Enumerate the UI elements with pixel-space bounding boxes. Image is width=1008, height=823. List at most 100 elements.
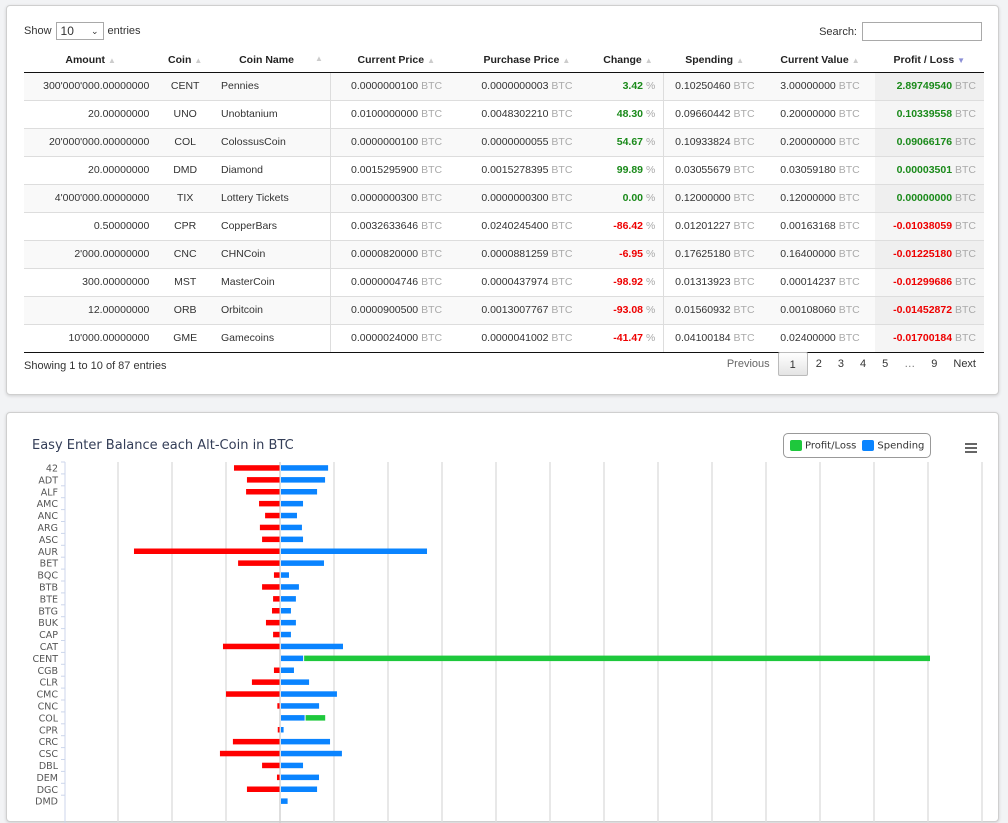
cell-coin-name: CopperBars	[213, 211, 332, 240]
y-tick-label: 42	[46, 463, 58, 474]
cell-spending: 0.12000000 BTC	[663, 183, 766, 212]
table-row[interactable]: 12.00000000 ORB Orbitcoin 0.0000900500 BTC 0…	[24, 295, 984, 324]
table-row[interactable]: 4'000'000.00000000 TIX Lottery Tickets 0.00…	[24, 183, 984, 212]
bar-loss	[246, 477, 280, 483]
y-tick-label: DEM	[36, 773, 58, 784]
bar-loss	[265, 512, 280, 519]
bar-spending	[281, 715, 305, 721]
cell-current-price: 0.0000004746 BTC	[330, 267, 462, 296]
cell-spending: 0.01313923 BTC	[663, 267, 766, 296]
cell-current-value: 0.00163168 BTC	[765, 211, 875, 240]
cell-spending: 0.01560932 BTC	[663, 295, 766, 324]
table-row[interactable]: 20.00000000 DMD Diamond 0.0015295900 BTC 0.0…	[24, 155, 984, 184]
cell-coin: GME	[157, 323, 213, 353]
sort-icon: ▲︎	[315, 53, 323, 63]
cell-coin: ORB	[157, 295, 213, 324]
bar-spending	[281, 703, 320, 709]
column-header-change[interactable]: Change ▲︎	[592, 48, 664, 73]
bar-loss	[265, 619, 280, 626]
column-header-current-value[interactable]: Current Value ▲︎	[765, 48, 875, 73]
legend-item-profit-loss[interactable]: Profit/Loss	[790, 439, 856, 451]
cell-profit-loss: -0.01225180 BTC	[874, 239, 984, 268]
table-row[interactable]: 10'000.00000000 GME Gamecoins 0.0000024000 …	[24, 323, 984, 353]
cell-coin: CNC	[157, 239, 213, 268]
cell-spending: 0.17625180 BTC	[663, 239, 766, 268]
cell-change: 0.00 %	[592, 183, 665, 212]
y-tick-label: BTE	[40, 594, 58, 605]
cell-current-price: 0.0000000100 BTC	[330, 127, 462, 156]
bar-spending	[281, 596, 296, 602]
column-header-purchase-price[interactable]: Purchase Price ▲︎	[461, 48, 593, 73]
bar-spending	[281, 584, 299, 590]
cell-purchase-price: 0.0015278395 BTC	[461, 155, 593, 184]
bar-loss	[246, 786, 280, 792]
search-input[interactable]	[862, 22, 982, 41]
table-row[interactable]: 0.50000000 CPR CopperBars 0.0032633646 BTC 0…	[24, 211, 984, 240]
legend-item-spending[interactable]: Spending	[862, 439, 924, 451]
column-header-profit-loss[interactable]: Profit / Loss ▼︎	[874, 48, 984, 73]
table-row[interactable]: 2'000.00000000 CNC CHNCoin 0.0000820000 BTC…	[24, 239, 984, 268]
cell-current-price: 0.0032633646 BTC	[330, 211, 462, 240]
bar-profit	[305, 715, 326, 721]
table-row[interactable]: 20.00000000 UNO Unobtanium 0.0100000000 BTC…	[24, 99, 984, 128]
pagination-previous[interactable]: Previous	[719, 352, 778, 376]
cell-current-price: 0.0000000100 BTC	[330, 72, 462, 100]
bar-spending	[281, 655, 304, 662]
cell-coin-name: CHNCoin	[213, 239, 332, 268]
cell-current-price: 0.0000000300 BTC	[330, 183, 462, 212]
cell-current-price: 0.0000820000 BTC	[330, 239, 462, 268]
page-length-select[interactable]: 10 ⌄	[55, 22, 104, 40]
holdings-table: Amount ▲︎ Coin ▲︎ Coin Name ▲︎ Current Pric…	[24, 48, 984, 353]
pagination-page-3[interactable]: 3	[830, 352, 852, 376]
y-tick-label: CNC	[38, 701, 59, 712]
column-header-spending[interactable]: Spending ▲︎	[663, 48, 766, 73]
column-header-coin[interactable]: Coin ▲︎	[157, 48, 213, 73]
cell-purchase-price: 0.0000437974 BTC	[461, 267, 593, 296]
cell-purchase-price: 0.0240245400 BTC	[461, 211, 593, 240]
bar-loss	[251, 679, 280, 685]
cell-profit-loss: -0.01038059 BTC	[874, 211, 984, 240]
cell-purchase-price: 0.0013007767 BTC	[461, 295, 593, 324]
hamburger-menu-icon[interactable]	[965, 443, 977, 455]
pagination-page-1[interactable]: 1	[777, 352, 808, 376]
cell-current-price: 0.0000900500 BTC	[330, 295, 462, 324]
cell-current-value: 0.20000000 BTC	[765, 127, 875, 156]
pagination-page-2[interactable]: 2	[808, 352, 830, 376]
bar-spending	[281, 691, 337, 697]
y-tick-label: AUR	[38, 547, 58, 558]
column-header-coin-name[interactable]: Coin Name ▲︎	[213, 48, 331, 73]
cell-spending: 0.01201227 BTC	[663, 211, 766, 240]
bar-loss	[259, 524, 280, 531]
y-tick-label: CENT	[32, 654, 58, 665]
cell-coin-name: Diamond	[213, 155, 332, 184]
table-row[interactable]: 20'000'000.00000000 COL ColossusCoin 0.0000…	[24, 127, 984, 156]
cell-current-price: 0.0015295900 BTC	[330, 155, 462, 184]
cell-purchase-price: 0.0048302210 BTC	[461, 99, 593, 128]
bar-loss	[259, 500, 280, 507]
column-header-current-price[interactable]: Current Price ▲︎	[330, 48, 462, 73]
column-header-amount[interactable]: Amount ▲︎	[24, 48, 158, 73]
cell-profit-loss: 0.10339558 BTC	[874, 99, 984, 128]
cell-coin-name: Pennies	[213, 72, 332, 100]
cell-change: -6.95 %	[592, 239, 665, 268]
pagination-page-4[interactable]: 4	[852, 352, 874, 376]
bar-loss	[273, 667, 280, 673]
bar-spending	[281, 536, 304, 543]
bar-spending	[281, 524, 302, 531]
cell-amount: 4'000'000.00000000	[24, 183, 158, 212]
table-row[interactable]: 300'000'000.00000000 CENT Pennies 0.0000000…	[24, 72, 984, 100]
cell-profit-loss: -0.01700184 BTC	[874, 323, 984, 353]
pagination-page-5[interactable]: 5	[874, 352, 896, 376]
cell-coin: COL	[157, 127, 213, 156]
table-row[interactable]: 300.00000000 MST MasterCoin 0.0000004746 BT…	[24, 267, 984, 296]
sort-icon: ▲︎	[851, 55, 860, 65]
pagination-page-9[interactable]: 9	[923, 352, 945, 376]
sort-icon: ▲︎	[427, 55, 435, 65]
pagination-next[interactable]: Next	[945, 352, 984, 376]
cell-purchase-price: 0.0000000003 BTC	[461, 72, 593, 100]
cell-amount: 0.50000000	[24, 211, 158, 240]
bar-spending	[281, 631, 291, 638]
cell-coin: CPR	[157, 211, 213, 240]
legend-swatch-spending	[862, 439, 875, 451]
cell-coin-name: ColossusCoin	[213, 127, 332, 156]
